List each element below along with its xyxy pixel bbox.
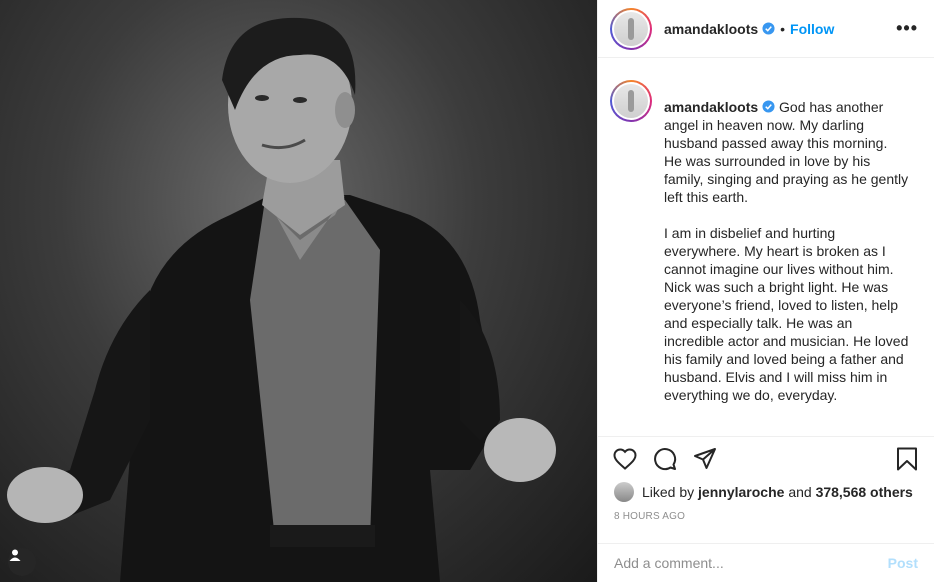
caption-paragraph-2: I am in disbelief and hurting everywhere… [664,225,909,403]
liker-avatar[interactable] [614,482,634,502]
verified-badge-icon [762,22,775,35]
likes-prefix: Liked by [642,484,695,500]
caption-text: amandakloots God has another angel in he… [664,80,909,436]
user-tag-icon [9,549,21,561]
header-separator: • [780,20,786,37]
likes-summary: Liked by jennylaroche and 378,568 others [598,481,934,503]
caption-username[interactable]: amandakloots [664,99,758,115]
comment-button[interactable] [652,446,678,472]
like-button[interactable] [612,446,638,472]
caption-section: amandakloots God has another angel in he… [598,58,934,437]
more-options-icon[interactable]: ••• [896,18,918,39]
bookmark-icon [897,447,917,471]
post-sidebar: amandakloots • Follow ••• amandakloots G… [597,0,934,582]
post-photo[interactable] [0,0,597,582]
paper-plane-icon [694,448,716,469]
post-comment-button[interactable]: Post [888,555,918,571]
caption-avatar[interactable] [610,80,652,122]
comment-input[interactable] [614,555,888,571]
likes-middle: and [788,484,812,500]
likes-count[interactable]: 378,568 others [816,484,913,500]
post-header: amandakloots • Follow ••• [598,0,934,58]
action-bar [598,437,934,481]
header-username[interactable]: amandakloots [664,21,758,37]
share-button[interactable] [692,446,718,472]
tagged-users-button[interactable] [8,548,36,576]
comment-bar: Post [598,543,934,582]
caption-verified-badge-icon [762,100,775,113]
post-timestamp[interactable]: 8 HOURS AGO [598,503,934,533]
comment-bubble-icon [654,448,677,471]
save-button[interactable] [894,446,920,472]
portrait-illustration [7,17,556,582]
profile-avatar[interactable] [610,7,652,50]
liker-username[interactable]: jennylaroche [698,484,784,500]
follow-button[interactable]: Follow [790,21,834,37]
heart-icon [613,448,637,470]
